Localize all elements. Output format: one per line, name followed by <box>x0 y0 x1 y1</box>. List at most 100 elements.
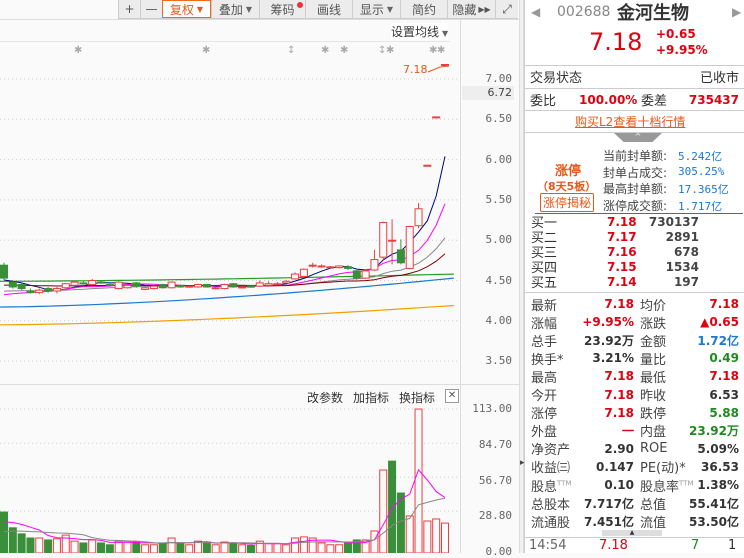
stat-row: 最高 7.18 最低 7.18 <box>525 367 744 386</box>
tick-time: 14:54 <box>529 538 567 553</box>
stat-label: 最新 <box>531 298 558 314</box>
stat-value: 7.18 <box>709 297 739 311</box>
volume-bar <box>211 544 220 553</box>
status-value: 已收市 <box>699 71 739 86</box>
stat-value: 一 <box>621 424 634 439</box>
stat-value: 23.92万 <box>689 424 739 439</box>
switch-indicator-button[interactable]: 换指标 <box>399 389 435 406</box>
stat-row: 流通股 7.451亿 流值 53.50亿 <box>525 512 744 531</box>
wb-value: 100.00% <box>579 92 638 107</box>
bid-price: 7.16 <box>607 244 637 259</box>
candle-body <box>282 280 291 284</box>
stat-row: 净资产 2.90 ROE 5.09% <box>525 440 744 458</box>
limit-up-title: 涨停 <box>555 164 582 179</box>
stat-value: 7.451亿 <box>584 514 634 529</box>
volume-bar <box>52 538 61 553</box>
volume-bar <box>167 537 176 553</box>
stat-label: 涨幅 <box>531 316 558 332</box>
candle-body <box>88 280 97 286</box>
volume-bar <box>379 469 388 553</box>
bid-price: 7.17 <box>607 229 637 244</box>
next-stock-icon[interactable]: ▶ <box>732 5 741 19</box>
bid-row: 买三 7.16 678 <box>525 244 744 262</box>
stat-value: 55.41亿 <box>689 496 739 511</box>
stat-value: 36.53 <box>701 459 739 474</box>
price-tick-label: 4.50 <box>485 273 513 287</box>
volume-bar <box>388 460 397 553</box>
stat-row: 外盘 一 内盘 23.92万 <box>525 422 744 440</box>
close-icon[interactable]: ✕ <box>445 389 460 403</box>
stat-value: 0.10 <box>604 478 634 492</box>
candle-body <box>396 249 405 264</box>
volume-pane-divider <box>0 384 519 385</box>
candle-body <box>317 265 326 268</box>
stat-label: 总值 <box>640 497 667 513</box>
volume-bar <box>70 540 79 553</box>
limit-up-reveal-button[interactable]: 涨停揭秘 <box>540 193 595 212</box>
stat-value: 0.49 <box>709 351 739 366</box>
stat-label: PE(动)* <box>640 461 686 477</box>
bid-volume: 2891 <box>665 229 699 244</box>
volume-bar <box>291 537 300 553</box>
candle-body <box>176 284 185 288</box>
limit-price-label: 7.18 <box>403 63 428 76</box>
stat-row: 涨停 7.18 跌停 5.88 <box>525 404 744 423</box>
stat-row: 总手 23.92万 金额 1.72亿 <box>525 331 744 350</box>
stat-label: 量比 <box>640 352 667 368</box>
candle-body <box>238 286 247 289</box>
volume-bar <box>185 544 194 553</box>
current-price-tag: 6.72 <box>462 86 514 100</box>
volume-bar <box>202 541 211 553</box>
stat-row: 股息TTM 0.10 股息率TTM 1.38% <box>525 476 744 495</box>
volume-bar <box>114 540 123 553</box>
stat-value: 6.53 <box>709 387 739 402</box>
volume-bar <box>35 537 44 553</box>
stat-row: 今开 7.18 昨收 6.53 <box>525 386 744 405</box>
bid-volume: 678 <box>673 244 699 259</box>
bid-row: 买五 7.14 197 <box>525 274 744 292</box>
moving-average-line <box>0 277 454 308</box>
collapse-up-icon[interactable]: ^ <box>614 133 662 142</box>
wb-label: 委比 <box>530 94 557 109</box>
prev-stock-icon[interactable]: ◀ <box>531 5 540 19</box>
stat-label: 总手 <box>531 334 558 350</box>
limit-price-pointer <box>427 65 450 73</box>
stat-label: 流值 <box>640 515 667 531</box>
candle-body <box>405 225 414 269</box>
volume-bar <box>335 544 344 553</box>
volume-bar <box>132 541 141 553</box>
stat-label: 净资产 <box>531 443 571 459</box>
volume-bar <box>44 539 53 553</box>
event-marker-icon: ✱ <box>340 45 348 56</box>
l2-purchase-link[interactable]: 购买L2查看十档行情 <box>575 113 685 130</box>
candle-body <box>264 283 273 286</box>
limit-up-stat-value: 17.365亿 <box>678 183 729 196</box>
limit-up-stat-label: 当前封单额: <box>603 149 668 163</box>
volume-bar <box>26 537 35 553</box>
volume-tick-label: 28.80 <box>478 509 512 523</box>
wc-value: 735437 <box>688 92 739 107</box>
stat-value: +9.95% <box>582 315 634 330</box>
volume-bar <box>220 541 229 553</box>
limit-up-stat-label: 涨停成交额: <box>603 198 668 213</box>
volume-bar <box>97 542 106 553</box>
candle-body <box>141 287 150 290</box>
candle-body <box>370 259 379 271</box>
edit-params-button[interactable]: 改参数 <box>307 389 343 406</box>
price-tick-label: 7.00 <box>485 72 513 85</box>
stat-label: 昨收 <box>640 389 667 404</box>
stat-label: 均价 <box>640 298 667 314</box>
candle-body <box>229 283 238 288</box>
stat-value: 5.88 <box>709 405 739 420</box>
volume-tick-label: 84.70 <box>478 437 512 451</box>
expand-handle-icon[interactable]: ▲ <box>602 530 662 536</box>
add-indicator-button[interactable]: 加指标 <box>353 389 389 406</box>
volume-bar <box>317 542 326 553</box>
price-change-pct: +9.95% <box>656 43 708 57</box>
bid-volume: 1534 <box>665 259 699 274</box>
limit-up-streak: （8天5板） <box>537 180 597 193</box>
stock-code: 002688 <box>557 4 611 20</box>
kline-chart[interactable]: ✱ ✱ ✱ ✱ ✱ ✱ ✱↕ ↕ <box>0 0 519 553</box>
indicator-toolbar: 改参数 加指标 换指标 ✕ <box>307 389 460 406</box>
price-tick-label: 5.50 <box>485 192 513 206</box>
